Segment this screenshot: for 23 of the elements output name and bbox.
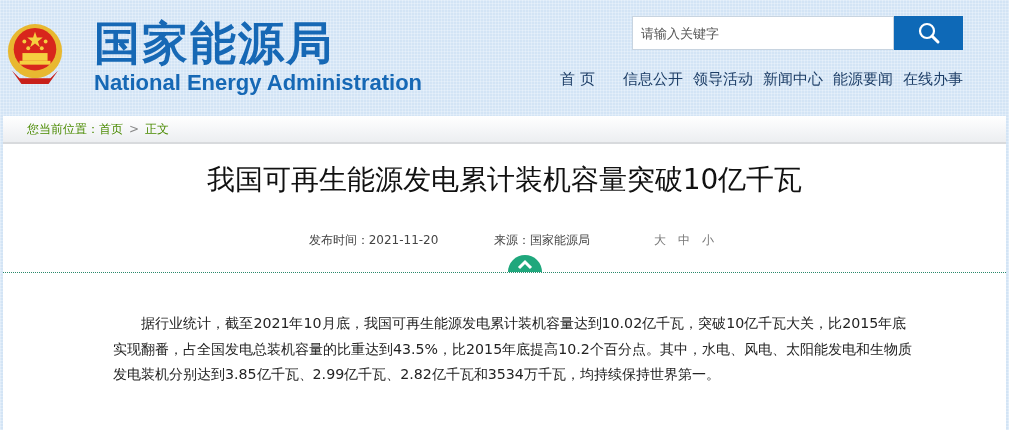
article-paragraph: 据行业统计，截至2021年10月底，我国可再生能源发电累计装机容量达到10.02亿千瓦，突破10亿千瓦大关，比2015年底实现翻番，占全国发电总装机容量的比重达到43.5%，比2015年底提高10.2个百分点。其中，水电、风电、太阳能发电和生物质发电装机分别达到3.85亿千瓦、2.99亿千瓦、2.82亿千瓦和3534万千瓦，均持续保持世界第一。: [113, 314, 913, 384]
publish-date: 发布时间：2021-11-20: [308, 232, 439, 249]
search-icon: [916, 21, 941, 45]
breadcrumb-link[interactable]: 首页: [99, 120, 123, 138]
breadcrumb-separator: >: [129, 122, 140, 136]
nav-link[interactable]: 在线办事: [903, 70, 963, 89]
nav-link[interactable]: 领导活动: [693, 70, 753, 89]
breadcrumb-label: 您当前位置：: [27, 120, 99, 138]
site-title: 国家能源局: [94, 16, 335, 70]
nav-link[interactable]: 能源要闻: [833, 70, 893, 89]
scroll-up-button[interactable]: [508, 255, 542, 272]
nav-link[interactable]: 新闻中心: [763, 70, 823, 89]
nav-link[interactable]: 首 页: [560, 70, 595, 89]
breadcrumb-link[interactable]: 正文: [145, 120, 170, 138]
search-field[interactable]: 请输入关键字: [632, 16, 894, 50]
font-size-link[interactable]: 中: [678, 232, 691, 249]
font-size-link[interactable]: 小: [702, 232, 715, 249]
article-title: 我国可再生能源发电累计装机容量突破10亿千瓦: [205, 162, 804, 198]
font-size-link[interactable]: 大: [654, 232, 667, 249]
article-source: 来源：国家能源局: [494, 232, 591, 249]
search-button[interactable]: [894, 16, 963, 50]
nav-link[interactable]: 信息公开: [623, 70, 683, 89]
site-subtitle: National Energy Administration: [94, 70, 422, 96]
